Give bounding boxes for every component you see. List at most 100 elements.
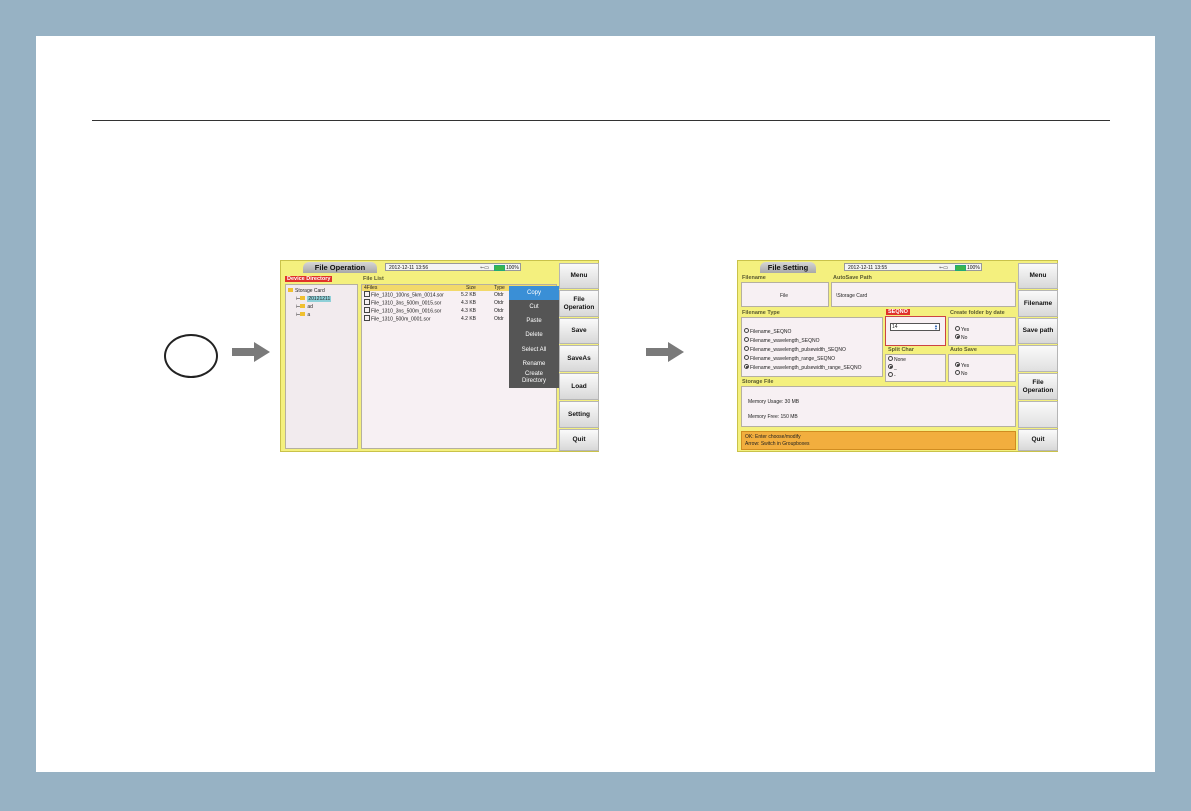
battery-icon	[494, 265, 505, 271]
save-path-button[interactable]: Save path	[1018, 318, 1058, 344]
auto-save-group: Yes No	[948, 354, 1016, 382]
save-button[interactable]: Save	[559, 318, 599, 344]
create-folder-group: Yes No	[948, 317, 1016, 346]
blank-softkey[interactable]	[1018, 401, 1058, 428]
auto-save-yes[interactable]: Yes	[955, 362, 969, 369]
checkbox[interactable]	[364, 307, 370, 313]
checkbox[interactable]	[364, 315, 370, 321]
file-type: Otdr	[494, 300, 504, 306]
tree-root[interactable]: Storage Card	[288, 287, 325, 294]
setting-button[interactable]: Setting	[559, 401, 599, 428]
radio-button[interactable]	[888, 356, 893, 362]
storage-info: Memory Usage: 30 MB Memory Free: 150 MB	[741, 386, 1016, 427]
screen-title: File Setting	[760, 262, 816, 273]
radio-button[interactable]	[955, 370, 960, 376]
menu-item-rename[interactable]: Rename	[509, 357, 559, 371]
split-char-underscore[interactable]: _	[888, 364, 897, 371]
file-size: 4.2 KB	[461, 316, 477, 322]
filename-type-label: Filename Type	[742, 310, 780, 316]
status-bar: 2012-12-11 13:56 ⇽▭ 100%	[385, 263, 521, 271]
seqno-group: 14 ▲ ▼	[885, 316, 946, 346]
blank-softkey[interactable]	[1018, 345, 1058, 372]
split-char-group: None _ -	[885, 354, 946, 382]
split-char-none[interactable]: None	[888, 356, 906, 363]
file-type: Otdr	[494, 308, 504, 314]
battery-icon	[955, 265, 966, 271]
filename-type-option[interactable]: Filename_wavelength_range_SEQNO	[744, 355, 835, 362]
save-as-button[interactable]: SaveAs	[559, 345, 599, 372]
filename-type-option[interactable]: Filename_SEQNO	[744, 328, 791, 335]
radio-button-selected[interactable]	[888, 364, 893, 370]
file-size: 4.3 KB	[461, 308, 477, 314]
filename-label: Filename	[742, 275, 766, 281]
radio-button[interactable]	[744, 337, 749, 343]
file-operation-button[interactable]: File Operation	[559, 290, 599, 317]
radio-button[interactable]	[888, 372, 893, 378]
filename-type-option[interactable]: Filename_wavelength_pulsewidth_SEQNO	[744, 346, 846, 353]
menu-item-select-all[interactable]: Select All	[509, 343, 559, 357]
battery-level: 100%	[967, 265, 980, 271]
tree-item[interactable]: ⊢ ad	[296, 303, 313, 310]
seqno-label: SEQNO	[886, 309, 910, 315]
checkbox[interactable]	[364, 291, 370, 297]
folder-icon	[300, 311, 306, 316]
create-folder-yes[interactable]: Yes	[955, 326, 969, 333]
file-row[interactable]: File_1310_3ns_500m_0016.sor	[364, 307, 441, 314]
quit-button[interactable]: Quit	[1018, 429, 1058, 451]
folder-icon	[300, 303, 306, 308]
menu-item-paste[interactable]: Paste	[509, 314, 559, 328]
menu-item-copy[interactable]: Copy	[509, 286, 559, 300]
create-folder-no[interactable]: No	[955, 334, 967, 341]
datetime: 2012-12-11 13:56	[389, 265, 429, 271]
size-column-header: Size	[466, 285, 476, 291]
spinner-arrows-icon[interactable]: ▲ ▼	[934, 324, 938, 331]
filename-button[interactable]: Filename	[1018, 290, 1058, 317]
file-row[interactable]: File_1310_500m_0001.sor	[364, 315, 431, 322]
filename-field[interactable]: File	[741, 282, 829, 307]
header-rule	[92, 120, 1110, 121]
tree-item[interactable]: ⊢ a	[296, 311, 310, 318]
auto-save-no[interactable]: No	[955, 370, 967, 377]
radio-button-selected[interactable]	[955, 362, 960, 368]
filename-type-group: Filename_SEQNO Filename_wavelength_SEQNO…	[741, 317, 883, 377]
radio-button[interactable]	[955, 326, 960, 332]
file-row[interactable]: File_1310_100ns_5km_0014.sor	[364, 291, 444, 298]
menu-button[interactable]: Menu	[559, 263, 599, 289]
file-type: Otdr	[494, 292, 504, 298]
radio-button-selected[interactable]	[744, 364, 749, 370]
menu-item-cut[interactable]: Cut	[509, 300, 559, 314]
context-menu: Copy Cut Paste Delete Select All Rename …	[509, 286, 559, 388]
menu-button[interactable]: Menu	[1018, 263, 1058, 289]
autosave-path-field[interactable]: \Storage Card	[831, 282, 1016, 307]
load-button[interactable]: Load	[559, 373, 599, 400]
file-operation-screen: File Operation 2012-12-11 13:56 ⇽▭ 100% …	[280, 260, 599, 452]
tree-item[interactable]: ⊢ 20121211	[296, 295, 332, 302]
memory-free: Memory Free: 150 MB	[748, 414, 798, 420]
folder-icon	[300, 295, 306, 300]
menu-item-create-directory[interactable]: Create Directory	[509, 371, 559, 387]
radio-button-selected[interactable]	[955, 334, 960, 340]
radio-button[interactable]	[744, 328, 749, 334]
checkbox[interactable]	[364, 299, 370, 305]
right-arrow-icon	[646, 342, 684, 362]
file-operation-button[interactable]: File Operation	[1018, 373, 1058, 400]
usb-icon: ⇽▭	[939, 265, 948, 271]
quit-button[interactable]: Quit	[559, 429, 599, 451]
radio-button[interactable]	[744, 355, 749, 361]
directory-tree: Storage Card ⊢ 20121211 ⊢ ad ⊢ a	[285, 284, 358, 449]
radio-button[interactable]	[744, 346, 749, 352]
filename-type-option[interactable]: Filename_wavelength_pulsewidth_range_SEQ…	[744, 364, 861, 371]
hint-line-1: OK: Enter choose/modify	[745, 434, 801, 440]
usb-icon: ⇽▭	[480, 265, 489, 271]
hint-bar: OK: Enter choose/modify Arrow: Switch in…	[741, 431, 1016, 450]
split-char-dash[interactable]: -	[888, 372, 896, 379]
type-column-header: Type	[494, 285, 505, 291]
seqno-input[interactable]: 14 ▲ ▼	[890, 323, 940, 331]
manual-page: File Operation 2012-12-11 13:56 ⇽▭ 100% …	[36, 36, 1155, 772]
split-char-label: Split Char	[888, 347, 914, 353]
menu-item-delete[interactable]: Delete	[509, 328, 559, 342]
screen-title: File Operation	[303, 262, 377, 273]
filename-type-option[interactable]: Filename_wavelength_SEQNO	[744, 337, 819, 344]
softkey-panel: Menu Filename Save path File Operation Q…	[1018, 263, 1058, 451]
file-row[interactable]: File_1310_3ns_500m_0015.sor	[364, 299, 441, 306]
